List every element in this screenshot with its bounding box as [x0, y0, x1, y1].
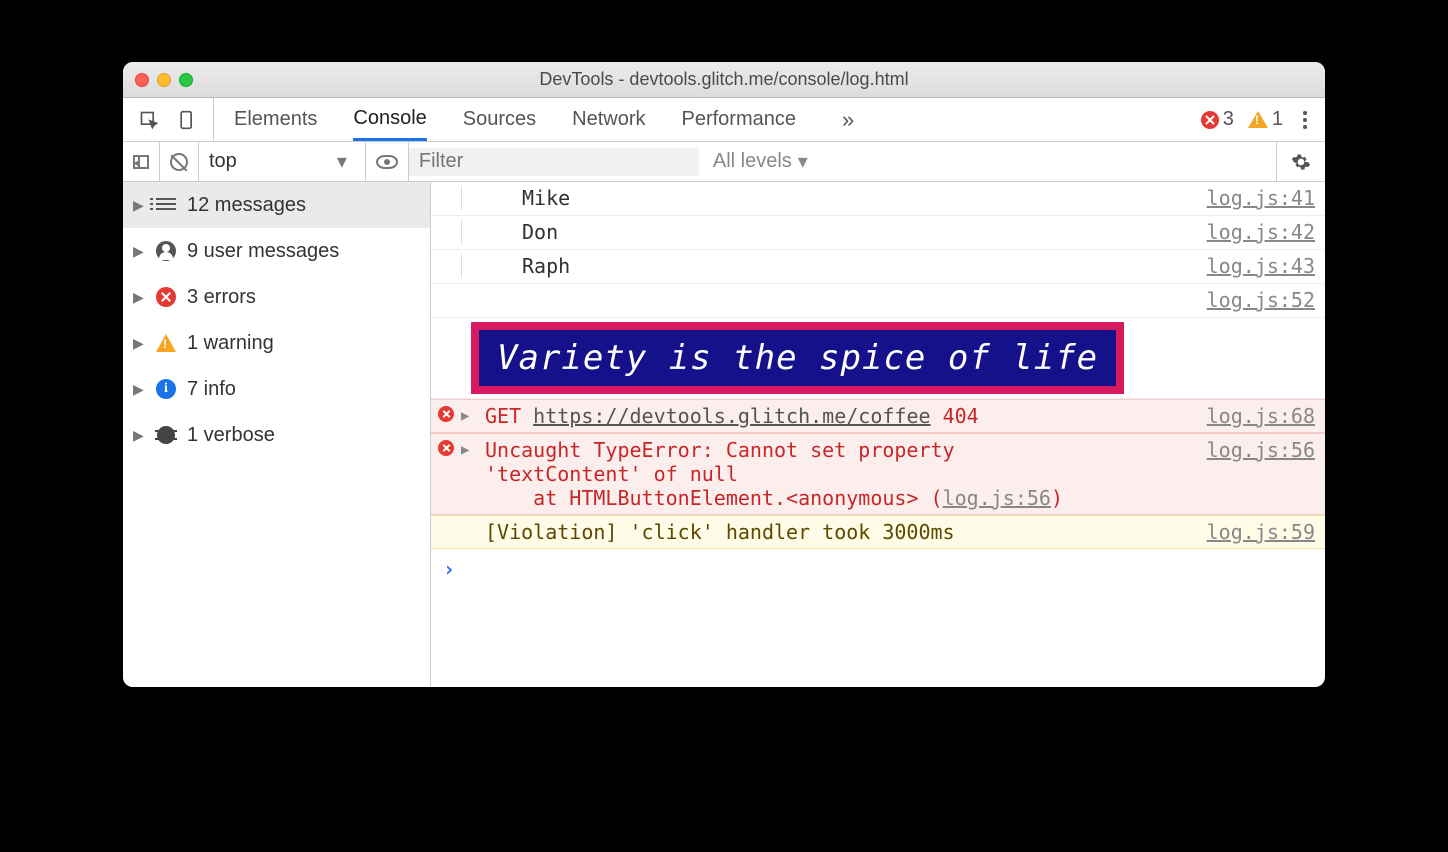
devtools-menu-button[interactable] [1297, 111, 1313, 129]
stack-source-link[interactable]: log.js:56 [943, 486, 1051, 510]
titlebar: DevTools - devtools.glitch.me/console/lo… [123, 62, 1325, 98]
status-code: 404 [943, 404, 979, 428]
warning-icon [155, 332, 177, 354]
device-toggle-icon[interactable] [177, 110, 197, 130]
inspect-icon[interactable] [139, 110, 159, 130]
expand-icon[interactable]: ▶ [461, 438, 481, 458]
error-row[interactable]: ▶ Uncaught TypeError: Cannot set propert… [431, 433, 1325, 515]
bug-icon [155, 424, 177, 446]
expand-icon: ▶ [133, 197, 145, 214]
window-title: DevTools - devtools.glitch.me/console/lo… [123, 69, 1325, 90]
devtools-window: DevTools - devtools.glitch.me/console/lo… [123, 62, 1325, 687]
tab-performance[interactable]: Performance [682, 98, 797, 141]
user-icon [155, 240, 177, 262]
info-icon: i [155, 378, 177, 400]
live-expression-icon[interactable] [376, 155, 398, 169]
styled-message: Variety is the spice of life [471, 322, 1124, 394]
tab-sources[interactable]: Sources [463, 98, 536, 141]
sidebar-item-verbose[interactable]: ▶ 1 verbose [123, 412, 430, 458]
tab-elements[interactable]: Elements [234, 98, 317, 141]
log-row[interactable]: Mike log.js:41 [431, 182, 1325, 216]
error-icon [1201, 111, 1219, 129]
context-selector[interactable]: top ▾ [209, 149, 355, 174]
clear-console-icon[interactable] [170, 153, 188, 171]
expand-icon[interactable]: ▶ [461, 404, 481, 424]
source-link[interactable]: log.js:43 [1197, 254, 1315, 278]
source-link[interactable]: log.js:42 [1197, 220, 1315, 244]
main-tabbar: Elements Console Sources Network Perform… [123, 98, 1325, 142]
console-body: ▶ 12 messages ▶ 9 user messages ▶ 3 erro… [123, 182, 1325, 687]
console-toolbar: ◂ top ▾ All levels ▾ [123, 142, 1325, 182]
log-level-selector[interactable]: All levels ▾ [699, 149, 822, 174]
warning-icon [1248, 111, 1268, 128]
source-link[interactable]: log.js:52 [1197, 288, 1315, 312]
styled-log-row[interactable]: Variety is the spice of life [431, 318, 1325, 399]
sidebar-item-user-messages[interactable]: ▶ 9 user messages [123, 228, 430, 274]
sidebar-item-messages[interactable]: ▶ 12 messages [123, 182, 430, 228]
gear-icon [1291, 152, 1311, 172]
console-prompt[interactable]: › [431, 549, 1325, 589]
chevron-down-icon: ▾ [798, 149, 808, 174]
filter-input[interactable] [409, 148, 699, 176]
console-settings-button[interactable] [1276, 142, 1325, 181]
chevron-down-icon: ▾ [337, 149, 347, 174]
console-sidebar: ▶ 12 messages ▶ 9 user messages ▶ 3 erro… [123, 182, 431, 687]
request-url[interactable]: https://devtools.glitch.me/coffee [533, 404, 930, 428]
log-row[interactable]: log.js:52 [431, 284, 1325, 318]
console-output: Mike log.js:41 Don log.js:42 Raph log.js… [431, 182, 1325, 687]
log-row[interactable]: Raph log.js:43 [431, 250, 1325, 284]
expand-icon: ▶ [133, 381, 145, 398]
warning-count-badge[interactable]: 1 [1248, 108, 1283, 131]
error-count-badge[interactable]: 3 [1201, 108, 1234, 131]
tab-console[interactable]: Console [353, 98, 426, 141]
sidebar-item-errors[interactable]: ▶ 3 errors [123, 274, 430, 320]
expand-icon: ▶ [133, 335, 145, 352]
source-link[interactable]: log.js:41 [1197, 186, 1315, 210]
expand-icon: ▶ [133, 289, 145, 306]
source-link[interactable]: log.js:56 [1197, 438, 1315, 462]
sidebar-toggle-icon[interactable]: ◂ [133, 155, 149, 169]
error-icon [438, 406, 454, 422]
error-icon [155, 286, 177, 308]
sidebar-item-warnings[interactable]: ▶ 1 warning [123, 320, 430, 366]
tabs-overflow-button[interactable]: » [832, 107, 864, 133]
expand-icon: ▶ [133, 427, 145, 444]
log-row[interactable]: Don log.js:42 [431, 216, 1325, 250]
list-icon [155, 194, 177, 216]
error-icon [438, 440, 454, 456]
warning-row[interactable]: [Violation] 'click' handler took 3000ms … [431, 515, 1325, 549]
source-link[interactable]: log.js:59 [1197, 520, 1315, 544]
tab-network[interactable]: Network [572, 98, 645, 141]
source-link[interactable]: log.js:68 [1197, 404, 1315, 428]
sidebar-item-info[interactable]: ▶ i 7 info [123, 366, 430, 412]
error-row[interactable]: ▶ GET https://devtools.glitch.me/coffee … [431, 399, 1325, 433]
expand-icon: ▶ [133, 243, 145, 260]
